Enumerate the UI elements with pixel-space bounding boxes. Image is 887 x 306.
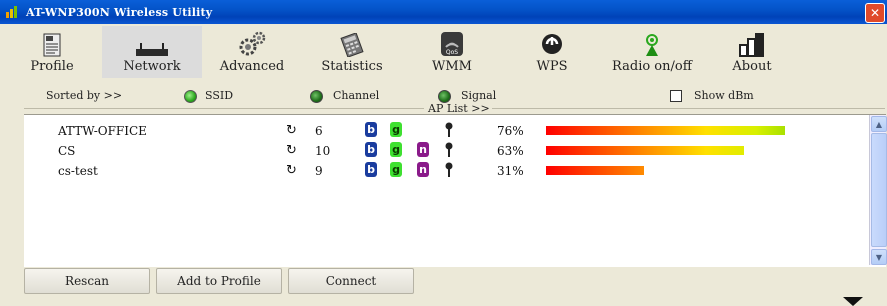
- ap-ssid: ATTW-OFFICE: [58, 124, 147, 138]
- scroll-down-button[interactable]: ▼: [871, 249, 887, 265]
- tab-label: About: [732, 59, 772, 74]
- ap-signal: 63%: [497, 144, 524, 158]
- expand-arrow-icon[interactable]: [843, 297, 863, 306]
- ap-channel: 6: [315, 124, 323, 138]
- toolbar: Profile Network Advanced Statistics QoS …: [2, 26, 885, 78]
- mode-b-icon: b: [365, 122, 377, 137]
- tab-label: Profile: [30, 59, 74, 74]
- ap-row[interactable]: CS ↻ 10 b g n 63%: [24, 141, 869, 161]
- ap-ssid: cs-test: [58, 164, 98, 178]
- sort-ssid-radio[interactable]: [184, 90, 197, 103]
- network-router-icon: [135, 29, 169, 57]
- tab-radio-onoff[interactable]: Radio on/off: [602, 26, 702, 78]
- calculator-icon: [340, 29, 364, 57]
- ap-ssid: CS: [58, 144, 76, 158]
- connect-button[interactable]: Connect: [288, 268, 414, 294]
- tab-label: Network: [123, 59, 181, 74]
- mode-g-icon: g: [390, 162, 402, 177]
- lock-icon: [445, 122, 453, 137]
- add-to-profile-button[interactable]: Add to Profile: [156, 268, 282, 294]
- show-dbm-label: Show dBm: [694, 89, 754, 102]
- show-dbm-checkbox[interactable]: [670, 90, 682, 102]
- ap-list[interactable]: ATTW-OFFICE ↻ 6 b g 76% CS ↻ 10 b g n 63…: [24, 114, 886, 267]
- lock-icon: [445, 162, 453, 177]
- ap-signal: 76%: [497, 124, 524, 138]
- chevron-up-icon: ▲: [875, 119, 883, 129]
- channel-icon: ↻: [286, 123, 297, 138]
- tab-statistics[interactable]: Statistics: [302, 26, 402, 78]
- chevron-down-icon: ▼: [875, 252, 883, 262]
- sorted-by-label: Sorted by >>: [46, 89, 123, 102]
- tab-label: Statistics: [321, 59, 383, 74]
- tab-network[interactable]: Network: [102, 26, 202, 78]
- sort-channel-radio[interactable]: [310, 90, 323, 103]
- channel-icon: ↻: [286, 163, 297, 178]
- gears-icon: [237, 29, 267, 57]
- rescan-button[interactable]: Rescan: [24, 268, 150, 294]
- tab-wps[interactable]: WPS: [502, 26, 602, 78]
- mode-g-icon: g: [390, 142, 402, 157]
- lock-icon: [445, 142, 453, 157]
- mode-b-icon: b: [365, 142, 377, 157]
- tab-label: Radio on/off: [612, 59, 692, 74]
- sort-channel-label: Channel: [333, 89, 380, 102]
- channel-icon: ↻: [286, 143, 297, 158]
- mode-g-icon: g: [390, 122, 402, 137]
- ap-row[interactable]: cs-test ↻ 9 b g n 31%: [24, 161, 869, 181]
- profile-document-icon: [43, 29, 61, 57]
- wireless-utility-window: AT-WNP300N Wireless Utility ✕ Profile Ne…: [0, 0, 887, 306]
- tab-label: Advanced: [219, 59, 285, 74]
- radio-antenna-icon: [642, 29, 662, 57]
- tab-about[interactable]: About: [702, 26, 802, 78]
- tab-label: WPS: [536, 59, 568, 74]
- scroll-up-button[interactable]: ▲: [871, 116, 887, 132]
- tab-label: WMM: [432, 59, 472, 74]
- action-buttons: Rescan Add to Profile Connect: [24, 268, 414, 294]
- signal-bar: [546, 146, 744, 155]
- wps-icon: [540, 29, 564, 57]
- divider: [492, 108, 885, 109]
- mode-n-icon: n: [417, 162, 429, 177]
- sort-signal-label: Signal: [461, 89, 497, 102]
- tab-profile[interactable]: Profile: [2, 26, 102, 78]
- mode-n-icon: n: [417, 142, 429, 157]
- mode-b-icon: b: [365, 162, 377, 177]
- ap-channel: 9: [315, 164, 323, 178]
- tab-wmm[interactable]: QoS WMM: [402, 26, 502, 78]
- qos-icon: QoS: [440, 29, 464, 57]
- about-bars-icon: [739, 29, 765, 57]
- close-icon: ✕: [869, 6, 881, 20]
- close-button[interactable]: ✕: [865, 3, 885, 23]
- app-signal-icon: [6, 6, 20, 18]
- vertical-scrollbar[interactable]: ▲ ▼: [869, 115, 887, 265]
- tab-advanced[interactable]: Advanced: [202, 26, 302, 78]
- signal-bar: [546, 126, 785, 135]
- ap-channel: 10: [315, 144, 331, 158]
- scroll-thumb[interactable]: [871, 133, 887, 247]
- ap-signal: 31%: [497, 164, 524, 178]
- signal-bar: [546, 166, 644, 175]
- window-title: AT-WNP300N Wireless Utility: [26, 5, 213, 19]
- svg-text:QoS: QoS: [446, 49, 458, 56]
- divider: [24, 108, 424, 109]
- ap-row[interactable]: ATTW-OFFICE ↻ 6 b g 76%: [24, 121, 869, 141]
- sort-ssid-label: SSID: [205, 89, 234, 102]
- title-bar[interactable]: AT-WNP300N Wireless Utility ✕: [0, 0, 887, 24]
